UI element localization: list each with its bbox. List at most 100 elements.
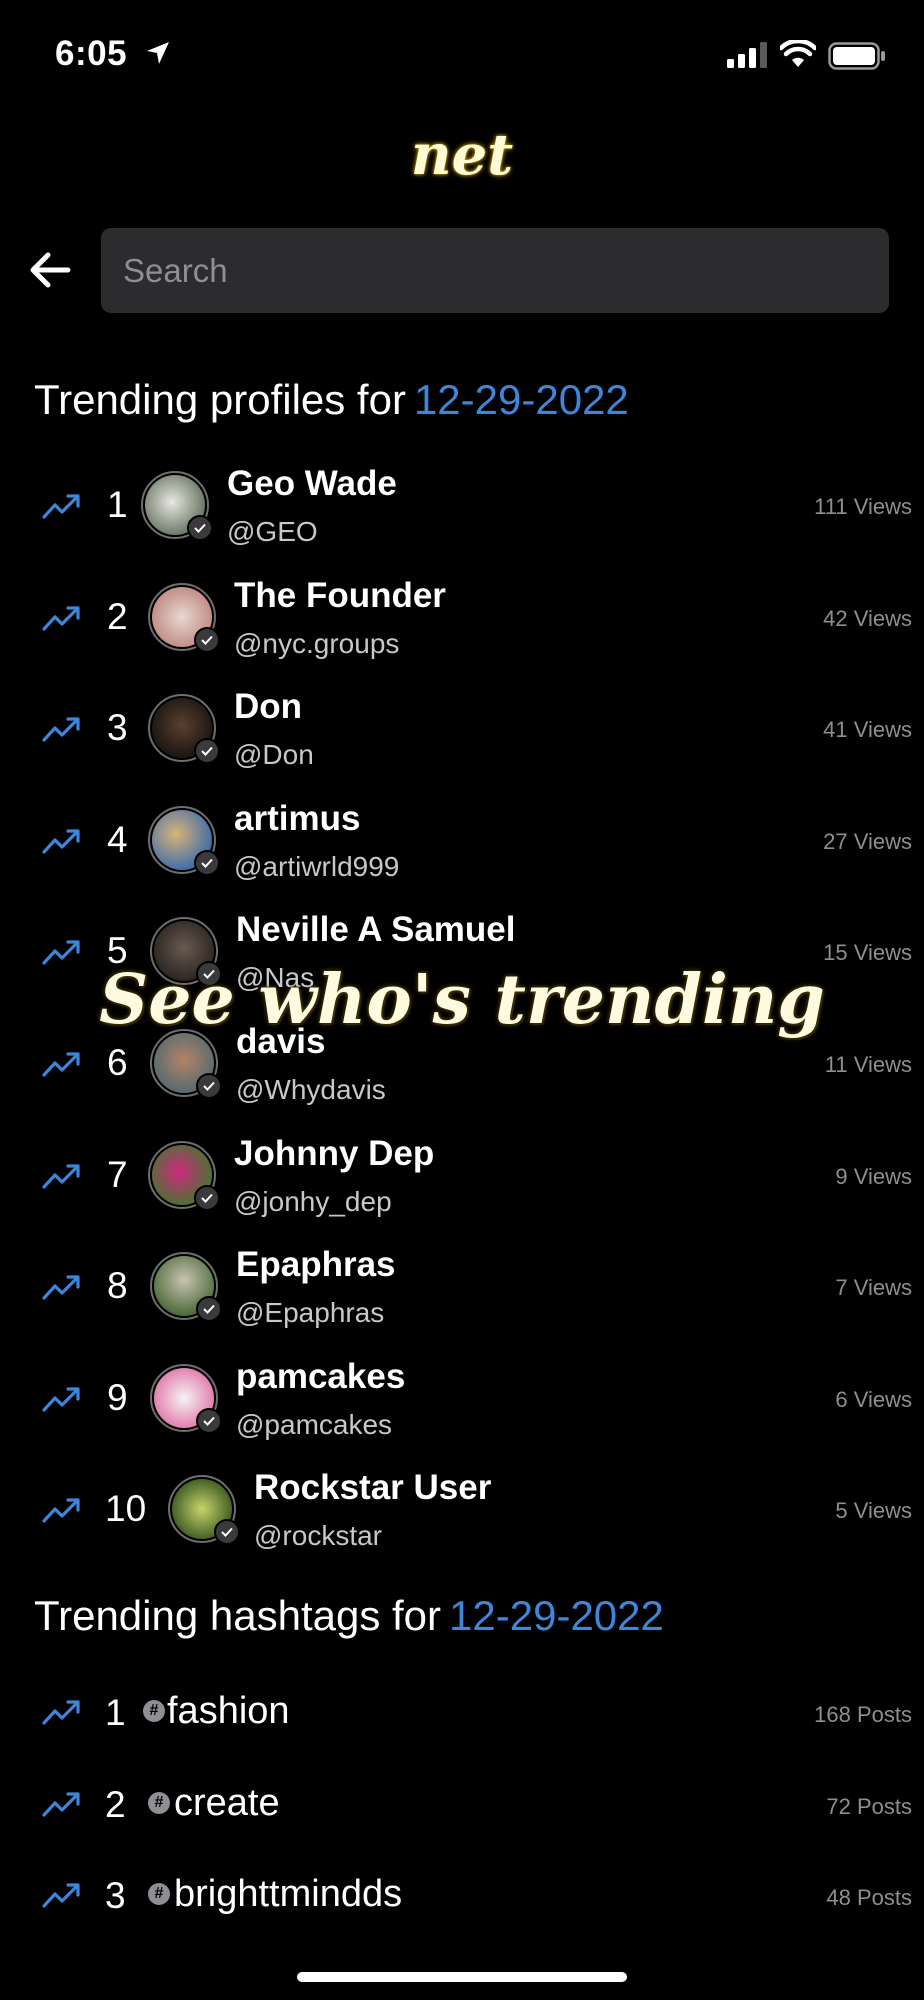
- profile-handle: @pamcakes: [236, 1409, 393, 1440]
- app-title: net: [410, 122, 514, 188]
- verified-check-icon: [194, 1185, 220, 1211]
- location-arrow-icon: [147, 42, 169, 64]
- search-input[interactable]: [101, 228, 889, 313]
- trending-hashtags-heading: Trending hashtags for 12-29-2022: [34, 1592, 664, 1640]
- profile-handle: @rockstar: [254, 1520, 382, 1551]
- verified-check-icon: [214, 1519, 240, 1545]
- profile-name[interactable]: The Founder: [234, 576, 446, 616]
- profile-views: 42 Views: [823, 606, 912, 631]
- hashtag-name[interactable]: brighttmindds: [174, 1873, 402, 1916]
- trending-hashtag-row[interactable]: 2 # create 72 Posts: [0, 1764, 924, 1844]
- verified-check-icon: [196, 1296, 222, 1322]
- profile-avatar[interactable]: [148, 806, 220, 876]
- profile-avatar[interactable]: [148, 694, 220, 764]
- trending-profile-row[interactable]: 5 Neville A Samuel @Nas 15 Views: [0, 898, 924, 1006]
- hashtag-posts: 48 Posts: [826, 1885, 912, 1910]
- hashtag-rank: 3: [105, 1875, 126, 1916]
- hashtag-rank: 1: [105, 1692, 126, 1733]
- profile-name[interactable]: Johnny Dep: [234, 1134, 434, 1174]
- back-arrow-icon[interactable]: [28, 250, 72, 290]
- trending-profile-row[interactable]: 2 The Founder @nyc.groups 42 Views: [0, 564, 924, 672]
- trending-profile-row[interactable]: 7 Johnny Dep @jonhy_dep 9 Views: [0, 1122, 924, 1230]
- profile-rank: 5: [107, 930, 128, 971]
- profile-avatar[interactable]: [150, 1252, 222, 1322]
- profile-rank: 2: [107, 596, 128, 637]
- trending-profiles-date: 12-29-2022: [413, 376, 629, 423]
- profile-name[interactable]: Rockstar User: [254, 1468, 491, 1508]
- battery-icon: [828, 42, 885, 70]
- profile-views: 15 Views: [823, 940, 912, 965]
- trending-profile-row[interactable]: 8 Epaphras @Epaphras 7 Views: [0, 1233, 924, 1341]
- trending-profile-row[interactable]: 1 Geo Wade @GEO 111 Views: [0, 452, 924, 560]
- hashtag-icon: #: [143, 1700, 165, 1722]
- profile-handle: @Don: [234, 739, 314, 770]
- profile-avatar[interactable]: [168, 1475, 240, 1545]
- profile-name[interactable]: Geo Wade: [227, 464, 397, 504]
- profile-avatar[interactable]: [150, 917, 222, 987]
- trending-profile-row[interactable]: 3 Don @Don 41 Views: [0, 675, 924, 783]
- trending-up-icon: [42, 717, 80, 742]
- trending-up-icon: [42, 1498, 80, 1523]
- hashtag-posts: 168 Posts: [814, 1702, 912, 1727]
- profile-name[interactable]: davis: [236, 1022, 326, 1062]
- profile-rank: 4: [107, 819, 128, 860]
- profile-rank: 6: [107, 1042, 128, 1083]
- profile-handle: @nyc.groups: [234, 628, 400, 659]
- hashtag-name[interactable]: create: [174, 1782, 280, 1825]
- trending-profiles-label: Trending profiles for: [34, 376, 406, 423]
- status-time: 6:05: [55, 34, 128, 73]
- trending-profile-row[interactable]: 9 pamcakes @pamcakes 6 Views: [0, 1345, 924, 1453]
- verified-check-icon: [187, 515, 213, 541]
- hashtag-rank: 2: [105, 1784, 126, 1825]
- trending-profile-row[interactable]: 6 davis @Whydavis 11 Views: [0, 1010, 924, 1118]
- profile-rank: 8: [107, 1265, 128, 1306]
- profile-views: 7 Views: [835, 1275, 912, 1300]
- profile-avatar[interactable]: [148, 1141, 220, 1211]
- profile-views: 11 Views: [824, 1052, 912, 1077]
- profile-avatar[interactable]: [150, 1364, 222, 1434]
- hashtag-name[interactable]: fashion: [167, 1690, 290, 1733]
- profile-views: 41 Views: [823, 717, 912, 742]
- trending-hashtag-row[interactable]: 3 # brighttmindds 48 Posts: [0, 1855, 924, 1935]
- trending-up-icon: [42, 606, 80, 631]
- trending-profile-row[interactable]: 4 artimus @artiwrld999 27 Views: [0, 787, 924, 895]
- wifi-icon: [780, 40, 816, 67]
- verified-check-icon: [196, 961, 222, 987]
- verified-check-icon: [194, 738, 220, 764]
- hashtag-icon: #: [148, 1883, 170, 1905]
- trending-hashtag-row[interactable]: 1 # fashion 168 Posts: [0, 1672, 924, 1752]
- trending-up-icon: [42, 1792, 80, 1817]
- profile-avatar[interactable]: [148, 583, 220, 653]
- trending-up-icon: [42, 1883, 80, 1908]
- trending-up-icon: [42, 494, 80, 519]
- profile-views: 27 Views: [823, 829, 912, 854]
- trending-up-icon: [42, 1164, 80, 1189]
- hashtag-posts: 72 Posts: [826, 1794, 912, 1819]
- profile-rank: 9: [107, 1377, 128, 1418]
- trending-hashtags-label: Trending hashtags for: [34, 1592, 442, 1639]
- profile-views: 111 Views: [814, 494, 912, 519]
- profile-name[interactable]: pamcakes: [236, 1357, 405, 1397]
- profile-views: 5 Views: [835, 1498, 912, 1523]
- profile-handle: @Whydavis: [236, 1074, 386, 1105]
- trending-up-icon: [42, 1700, 80, 1725]
- profile-handle: @artiwrld999: [234, 851, 400, 882]
- status-bar: 6:05: [0, 0, 924, 110]
- profile-rank: 7: [107, 1154, 128, 1195]
- profile-name[interactable]: Don: [234, 687, 302, 727]
- profile-avatar[interactable]: [141, 471, 213, 541]
- profile-name[interactable]: Neville A Samuel: [236, 910, 515, 950]
- verified-check-icon: [194, 627, 220, 653]
- trending-up-icon: [42, 1387, 80, 1412]
- profile-avatar[interactable]: [150, 1029, 222, 1099]
- home-indicator: [297, 1972, 627, 1982]
- profile-rank: 3: [107, 707, 128, 748]
- profile-rank: 1: [107, 484, 128, 525]
- profile-handle: @Epaphras: [236, 1297, 385, 1328]
- trending-profile-row[interactable]: 10 Rockstar User @rockstar 5 Views: [0, 1456, 924, 1564]
- trending-up-icon: [42, 829, 80, 854]
- profile-name[interactable]: Epaphras: [236, 1245, 396, 1285]
- verified-check-icon: [194, 850, 220, 876]
- profile-name[interactable]: artimus: [234, 799, 360, 839]
- hashtag-icon: #: [148, 1792, 170, 1814]
